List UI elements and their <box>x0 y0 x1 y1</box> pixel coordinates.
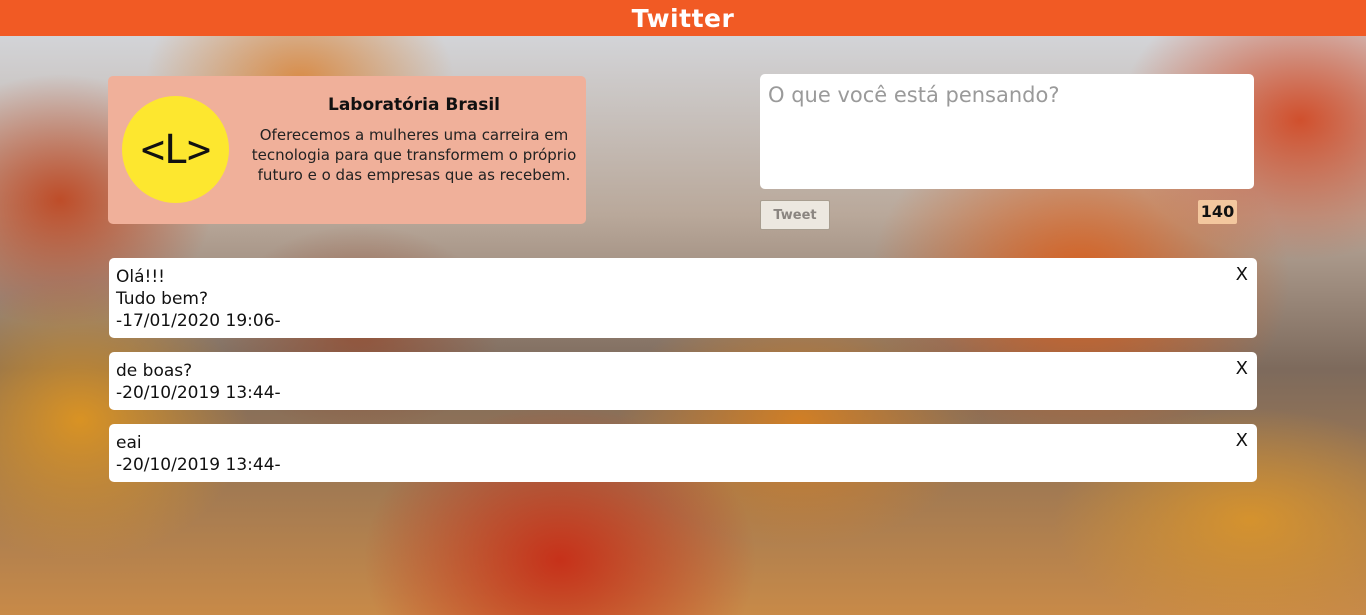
tweet-timestamp: -17/01/2020 19:06- <box>116 311 281 331</box>
profile-card: <L> Laboratória Brasil Oferecemos a mulh… <box>108 76 586 224</box>
delete-tweet-button[interactable]: X <box>1236 264 1248 286</box>
delete-tweet-button[interactable]: X <box>1236 430 1248 452</box>
logo-text: <L> <box>140 126 211 173</box>
laboratoria-logo: <L> <box>122 96 229 203</box>
delete-tweet-button[interactable]: X <box>1236 358 1248 380</box>
tweet-card: eai -20/10/2019 13:44- X <box>109 424 1257 482</box>
app-title: Twitter <box>631 3 735 33</box>
tweet-card: de boas? -20/10/2019 13:44- X <box>109 352 1257 410</box>
tweet-timestamp: -20/10/2019 13:44- <box>116 383 281 403</box>
top-bar: Twitter <box>0 0 1366 36</box>
tweet-text-line: Olá!!! <box>116 267 165 287</box>
tweet-input[interactable] <box>760 74 1254 189</box>
tweet-card: Olá!!! Tudo bem? -17/01/2020 19:06- X <box>109 258 1257 338</box>
tweet-text-line: de boas? <box>116 361 193 381</box>
tweet-text-line: Tudo bem? <box>116 289 209 309</box>
profile-description-line: tecnologia para que transformem o própri… <box>251 146 577 164</box>
profile-description-line: futuro e o das empresas que as recebem. <box>257 166 571 184</box>
character-counter: 140 <box>1198 200 1237 224</box>
profile-name: Laboratória Brasil <box>327 95 500 115</box>
tweet-timestamp: -20/10/2019 13:44- <box>116 455 281 475</box>
tweet-button[interactable]: Tweet <box>760 200 830 230</box>
tweet-text-line: eai <box>116 433 142 453</box>
profile-description: Oferecemos a mulheres uma carreira em te… <box>242 125 586 185</box>
profile-description-line: Oferecemos a mulheres uma carreira em <box>259 126 569 144</box>
